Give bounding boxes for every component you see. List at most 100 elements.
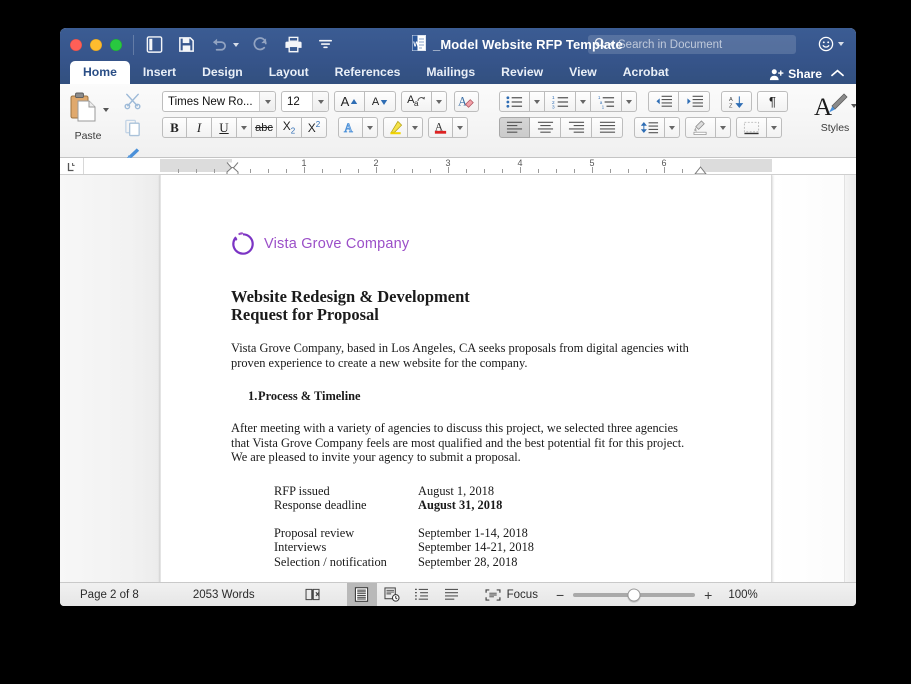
- line-spacing-button[interactable]: [634, 117, 665, 138]
- font-size-dropdown-arrow[interactable]: [312, 92, 328, 111]
- zoom-in-button[interactable]: +: [704, 588, 712, 602]
- draft-view-button[interactable]: [437, 583, 467, 607]
- change-case-button[interactable]: Aa: [401, 91, 432, 112]
- undo-dropdown-arrow[interactable]: [233, 42, 239, 47]
- tab-view[interactable]: View: [556, 61, 610, 84]
- font-family-combo[interactable]: Times New Ro...: [162, 91, 276, 112]
- multilevel-list-button[interactable]: 1a1: [591, 91, 622, 112]
- collapse-ribbon-button[interactable]: [831, 68, 844, 80]
- feedback-dropdown-arrow[interactable]: [838, 42, 844, 46]
- ruler-track[interactable]: 1 2 3 4 5 6: [84, 158, 856, 174]
- tab-insert[interactable]: Insert: [130, 61, 189, 84]
- numbered-list-dropdown-arrow[interactable]: [576, 91, 591, 112]
- zoom-slider-knob[interactable]: [627, 588, 641, 601]
- horizontal-ruler[interactable]: 1 2 3 4 5 6: [60, 158, 856, 175]
- paste-icon[interactable]: [67, 90, 101, 129]
- new-document-icon[interactable]: [145, 35, 164, 54]
- align-right-button[interactable]: [561, 117, 592, 138]
- page-indicator[interactable]: Page 2 of 8: [60, 589, 139, 601]
- tab-review[interactable]: Review: [488, 61, 556, 84]
- underline-dropdown-arrow[interactable]: [237, 117, 252, 138]
- numbered-list-button[interactable]: 123: [545, 91, 576, 112]
- underline-button[interactable]: U: [212, 117, 237, 138]
- zoom-slider[interactable]: [573, 588, 696, 601]
- text-effects-dropdown-arrow[interactable]: [363, 117, 378, 138]
- tab-acrobat[interactable]: Acrobat: [610, 61, 682, 84]
- font-color-dropdown-arrow[interactable]: [453, 117, 468, 138]
- borders-dropdown-arrow[interactable]: [767, 117, 782, 138]
- share-button[interactable]: Share: [769, 67, 822, 81]
- bold-button[interactable]: B: [162, 117, 187, 138]
- multilevel-list-dropdown-arrow[interactable]: [622, 91, 637, 112]
- web-layout-view-button[interactable]: [377, 583, 407, 607]
- shading-button[interactable]: [685, 117, 716, 138]
- undo-icon[interactable]: [209, 35, 228, 54]
- tab-layout[interactable]: Layout: [256, 61, 322, 84]
- timeline-row: Proposal review September 1-14, 2018: [274, 526, 699, 541]
- superscript-button[interactable]: X2: [302, 117, 327, 138]
- paste-dropdown-arrow[interactable]: [103, 107, 109, 112]
- maximize-window-button[interactable]: [110, 38, 122, 51]
- strikethrough-button[interactable]: abc: [252, 117, 277, 138]
- ruler-tick: [484, 169, 485, 173]
- copy-icon[interactable]: [123, 118, 142, 142]
- italic-button[interactable]: I: [187, 117, 212, 138]
- tab-stop-selector[interactable]: [60, 158, 84, 174]
- bullet-list-button[interactable]: [499, 91, 530, 112]
- scissors-icon[interactable]: [123, 91, 142, 115]
- bullet-list-dropdown-arrow[interactable]: [530, 91, 545, 112]
- align-left-button[interactable]: [499, 117, 530, 138]
- timeline-value: September 1-14, 2018: [418, 525, 528, 540]
- decrease-indent-button[interactable]: [648, 91, 679, 112]
- tab-home[interactable]: Home: [70, 61, 130, 84]
- spelling-check-icon[interactable]: [255, 588, 321, 601]
- tab-mailings[interactable]: Mailings: [413, 61, 488, 84]
- save-icon[interactable]: [177, 35, 196, 54]
- search-in-document-field[interactable]: Search in Document: [588, 35, 796, 54]
- vertical-scrollbar[interactable]: [844, 175, 856, 582]
- text-effects-button[interactable]: A: [338, 117, 363, 138]
- increase-indent-button[interactable]: [679, 91, 710, 112]
- redo-icon[interactable]: [252, 35, 271, 54]
- customize-toolbar-icon[interactable]: [316, 35, 335, 54]
- highlight-control: [383, 117, 423, 138]
- sort-button[interactable]: AZ: [721, 91, 752, 112]
- svg-text:A: A: [344, 121, 353, 135]
- search-options-arrow[interactable]: [609, 42, 615, 47]
- shading-dropdown-arrow[interactable]: [716, 117, 731, 138]
- tab-design[interactable]: Design: [189, 61, 256, 84]
- print-layout-view-button[interactable]: [346, 582, 377, 606]
- zoom-out-button[interactable]: −: [556, 588, 564, 602]
- focus-mode-button[interactable]: Focus: [485, 589, 538, 601]
- styles-button[interactable]: A Styles: [808, 88, 856, 134]
- line-spacing-dropdown-arrow[interactable]: [665, 117, 680, 138]
- show-formatting-marks-button[interactable]: ¶: [757, 91, 788, 112]
- tab-references[interactable]: References: [322, 61, 414, 84]
- change-case-dropdown-arrow[interactable]: [432, 91, 447, 112]
- document-page[interactable]: Vista Grove Company Website Redesign & D…: [160, 175, 772, 582]
- document-text-body[interactable]: Vista Grove Company Website Redesign & D…: [231, 231, 699, 582]
- document-canvas[interactable]: Vista Grove Company Website Redesign & D…: [60, 175, 856, 582]
- feedback-smiley-button[interactable]: [818, 36, 844, 52]
- minimize-window-button[interactable]: [90, 38, 102, 51]
- subscript-button[interactable]: X2: [277, 117, 302, 138]
- shrink-font-button[interactable]: A: [365, 91, 396, 112]
- font-color-button[interactable]: A: [428, 117, 453, 138]
- highlight-button[interactable]: [383, 117, 408, 138]
- align-center-button[interactable]: [530, 117, 561, 138]
- left-indent-marker[interactable]: [226, 165, 239, 174]
- print-icon[interactable]: [284, 35, 303, 54]
- font-size-combo[interactable]: 12: [281, 91, 329, 112]
- font-family-dropdown-arrow[interactable]: [259, 92, 275, 111]
- borders-button[interactable]: [736, 117, 767, 138]
- zoom-percentage[interactable]: 100%: [728, 589, 757, 601]
- clear-formatting-button[interactable]: A: [454, 91, 479, 112]
- right-indent-marker[interactable]: [694, 162, 707, 174]
- justify-button[interactable]: [592, 117, 623, 138]
- grow-font-button[interactable]: A: [334, 91, 365, 112]
- word-count[interactable]: 2053 Words: [139, 589, 255, 601]
- outline-view-button[interactable]: [407, 583, 437, 607]
- styles-dropdown-arrow[interactable]: [850, 104, 856, 108]
- highlight-dropdown-arrow[interactable]: [408, 117, 423, 138]
- close-window-button[interactable]: [70, 38, 82, 51]
